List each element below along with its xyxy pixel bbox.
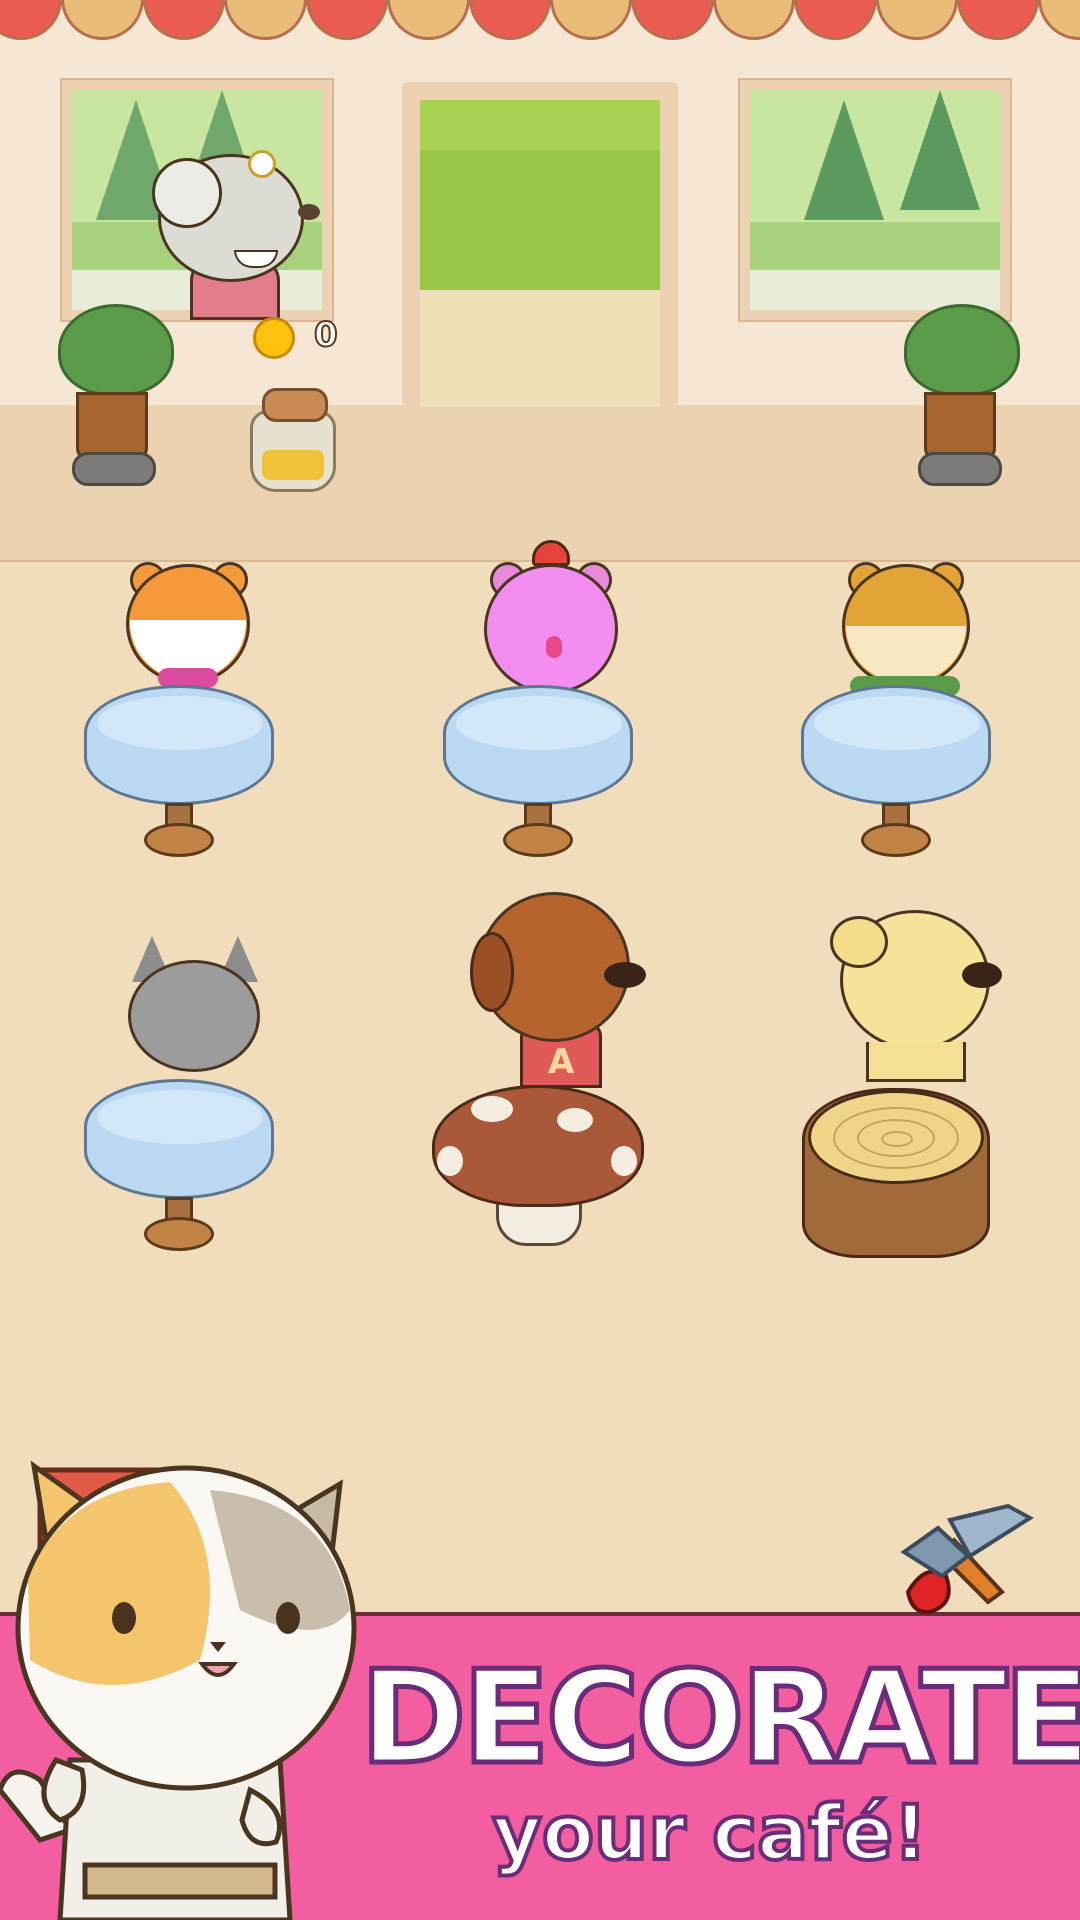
awning-scallop [387, 0, 470, 40]
mushroom-seat[interactable] [432, 1085, 644, 1207]
flower-icon [248, 150, 276, 178]
customer-brown-hamster[interactable] [836, 556, 976, 696]
coin-count: 0 [313, 314, 339, 356]
awning-scallop [549, 0, 633, 40]
awning-scallop [305, 0, 389, 40]
awning-scallop [1038, 0, 1080, 40]
plant-left-leaves [58, 304, 174, 396]
mushroom-hat-icon [532, 540, 570, 566]
awning-scallop [631, 0, 714, 40]
awning-scallop [468, 0, 551, 40]
table-3[interactable] [801, 685, 991, 865]
awning-scallop [712, 0, 796, 40]
awning-scallop [0, 0, 63, 40]
customer-orange-hamster[interactable] [118, 556, 258, 696]
cafe-doorway[interactable] [420, 100, 660, 407]
cafe-scene: 0 A DECORATE your café! [0, 0, 1080, 1920]
table-1[interactable] [84, 685, 274, 865]
awning-scallop [875, 0, 959, 40]
tip-jar-lid [262, 388, 328, 422]
customer-pink-hamster[interactable] [476, 540, 626, 700]
table-4[interactable] [84, 1079, 274, 1259]
plant-left-base [72, 452, 156, 486]
banner-headline: DECORATE [358, 1644, 1080, 1793]
awning-scallop [794, 0, 877, 40]
hammer-saw-icon[interactable] [898, 1492, 1038, 1618]
banner-subline: your café! [490, 1788, 929, 1877]
awning-scallop [224, 0, 307, 40]
plant-right-base [918, 452, 1002, 486]
awning-scallop [142, 0, 226, 40]
customer-yellow-dog[interactable] [826, 904, 1006, 1094]
plant-right-leaves [904, 304, 1020, 396]
customer-gray-cat[interactable] [126, 936, 266, 1086]
awning-scallop [61, 0, 144, 40]
paw-coin-icon [253, 317, 295, 359]
table-2[interactable] [443, 685, 633, 865]
awning [0, 0, 1080, 42]
window-right [738, 78, 1012, 322]
awning-scallop [957, 0, 1040, 40]
customer-brown-dog[interactable]: A [470, 892, 650, 1097]
jar-coins [262, 450, 324, 480]
calico-cat-mascot [0, 1460, 400, 1920]
tree-stump-top [808, 1090, 984, 1184]
shirt-letter: A [548, 1042, 575, 1082]
sheep-villager[interactable] [150, 150, 320, 320]
